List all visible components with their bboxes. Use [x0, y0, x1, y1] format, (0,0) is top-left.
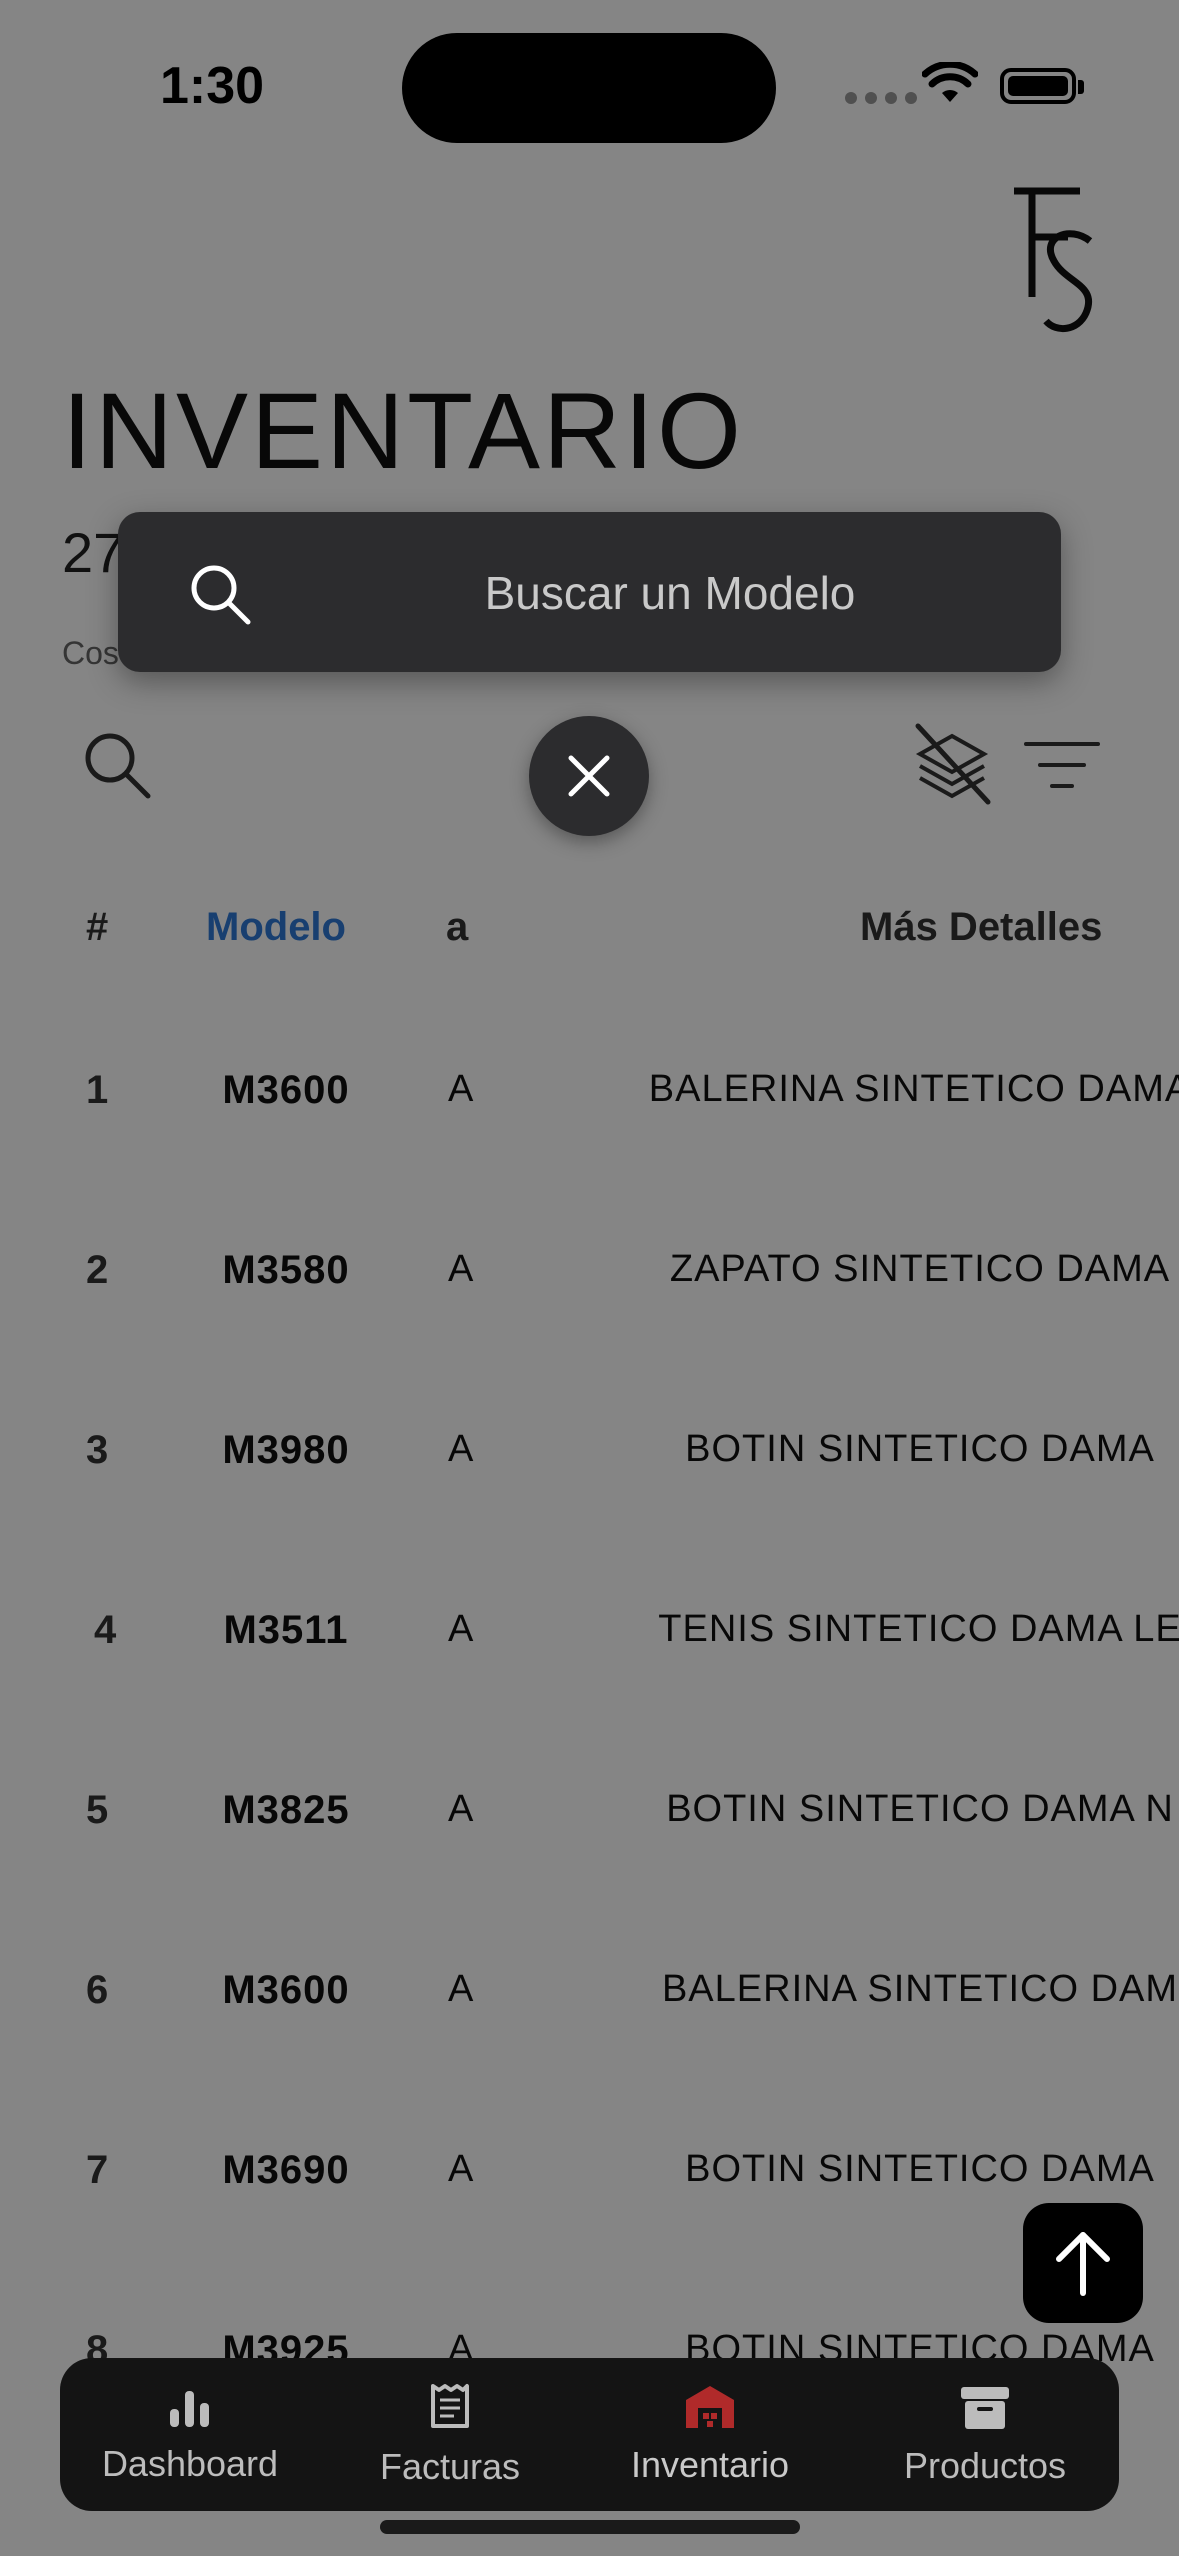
tab-productos[interactable]: Productos — [880, 2358, 1090, 2511]
modal-backdrop[interactable] — [0, 0, 1179, 2556]
tab-label: Inventario — [630, 2443, 790, 2485]
scroll-to-top-button[interactable] — [1023, 2203, 1143, 2323]
close-search-button[interactable] — [529, 716, 649, 836]
tab-dashboard[interactable]: Dashboard — [90, 2358, 290, 2511]
search-popup — [118, 512, 1061, 672]
search-input[interactable] — [318, 560, 1022, 626]
tab-facturas[interactable]: Facturas — [360, 2358, 540, 2511]
tab-label: Dashboard — [101, 2442, 279, 2484]
bottom-tab-bar: Dashboard Facturas Inventario Productos — [60, 2358, 1119, 2511]
warehouse-icon — [686, 2385, 734, 2428]
bar-chart-icon — [170, 2390, 209, 2427]
close-icon — [568, 755, 610, 797]
tab-label: Facturas — [379, 2445, 521, 2487]
tab-label: Productos — [903, 2444, 1067, 2486]
home-indicator[interactable] — [380, 2520, 800, 2534]
archive-box-icon — [961, 2386, 1009, 2429]
receipt-icon — [431, 2383, 469, 2428]
search-icon — [191, 565, 251, 625]
tab-inventario[interactable]: Inventario — [610, 2358, 810, 2511]
arrow-up-icon — [1056, 2232, 1110, 2296]
